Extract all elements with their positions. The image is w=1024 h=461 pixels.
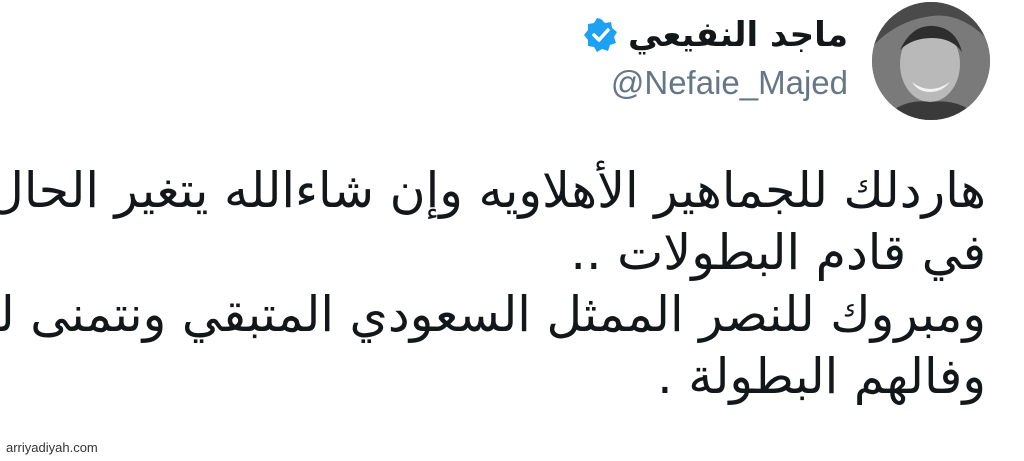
tweet-line-1: هاردلك للجماهير الأهلاويه وإن شاءالله يت… <box>0 162 986 219</box>
tweet-card: ماجد النفيعي @Nefaie_Majed هاردلك للجماه… <box>0 0 1024 461</box>
user-avatar[interactable] <box>872 2 990 120</box>
avatar-photo-icon <box>872 2 990 120</box>
name-row: ماجد النفيعي <box>583 10 848 60</box>
tweet-line-2: في قادم البطولات .. <box>570 224 986 281</box>
tweet-text: هاردلك للجماهير الأهلاويه وإن شاءالله يت… <box>0 160 986 408</box>
verified-badge-icon <box>583 18 618 52</box>
site-watermark: arriyadiyah.com <box>6 440 98 455</box>
user-handle[interactable]: @Nefaie_Majed <box>584 64 848 102</box>
user-info: ماجد النفيعي @Nefaie_Majed <box>583 10 848 102</box>
tweet-line-3: ومبروك للنصر الممثل السعودي المتبقي ونتم… <box>0 286 986 343</box>
tweet-line-4: وفالهم البطولة . <box>657 348 986 405</box>
display-name[interactable]: ماجد النفيعي <box>628 15 848 55</box>
